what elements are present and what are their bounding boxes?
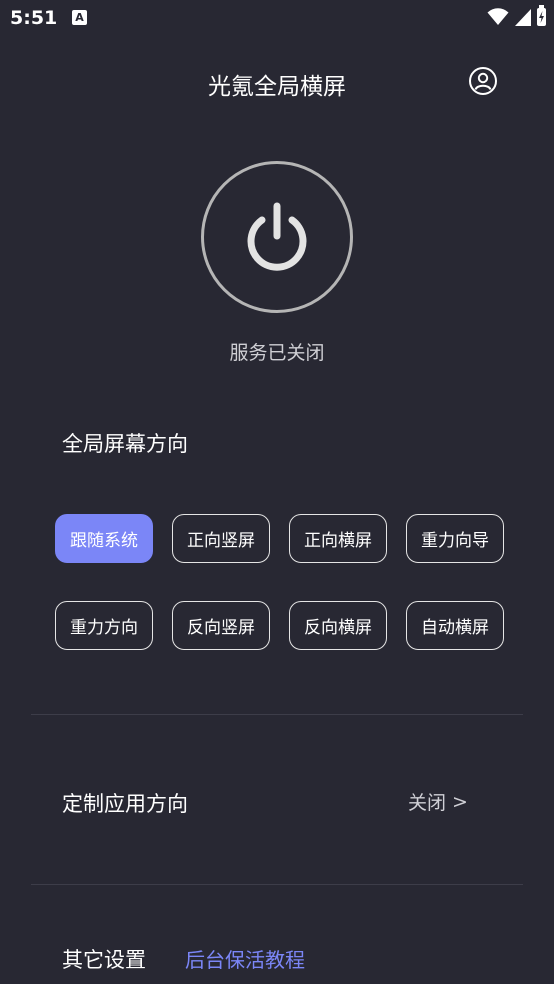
orientation-follow-system-button[interactable]: 跟随系统	[55, 514, 153, 563]
divider	[31, 884, 523, 885]
service-status-text: 服务已关闭	[229, 342, 325, 364]
chevron-right-icon: >	[452, 790, 468, 813]
custom-app-orientation-status: 关闭	[408, 792, 447, 814]
status-time: 5:51	[10, 7, 58, 29]
status-bar: 5:51 A	[0, 0, 554, 38]
signal-icon	[515, 8, 531, 26]
power-button[interactable]	[201, 161, 353, 313]
orientation-portrait-button[interactable]: 正向竖屏	[172, 514, 270, 563]
orientation-auto-landscape-button[interactable]: 自动横屏	[406, 601, 504, 650]
user-icon[interactable]	[469, 67, 497, 95]
power-icon	[247, 202, 307, 271]
wifi-icon	[487, 8, 509, 25]
notification-a-icon: A	[72, 10, 87, 25]
background-keepalive-tutorial-link[interactable]: 后台保活教程	[185, 944, 305, 973]
custom-app-orientation-value[interactable]: 关闭 >	[408, 788, 468, 815]
custom-app-orientation-title[interactable]: 定制应用方向	[62, 788, 188, 818]
orientation-reverse-landscape-button[interactable]: 反向横屏	[289, 601, 387, 650]
orientation-landscape-button[interactable]: 正向横屏	[289, 514, 387, 563]
battery-charging-icon	[537, 5, 546, 26]
orientation-options: 跟随系统 正向竖屏 正向横屏 重力向导 重力方向 反向竖屏 反向横屏 自动横屏	[55, 514, 506, 650]
global-orientation-title: 全局屏幕方向	[62, 432, 188, 456]
status-icons	[487, 5, 546, 26]
divider	[31, 714, 523, 715]
other-settings-title: 其它设置	[62, 948, 146, 972]
orientation-gravity-guide-button[interactable]: 重力向导	[406, 514, 504, 563]
orientation-gravity-button[interactable]: 重力方向	[55, 601, 153, 650]
orientation-reverse-portrait-button[interactable]: 反向竖屏	[172, 601, 270, 650]
